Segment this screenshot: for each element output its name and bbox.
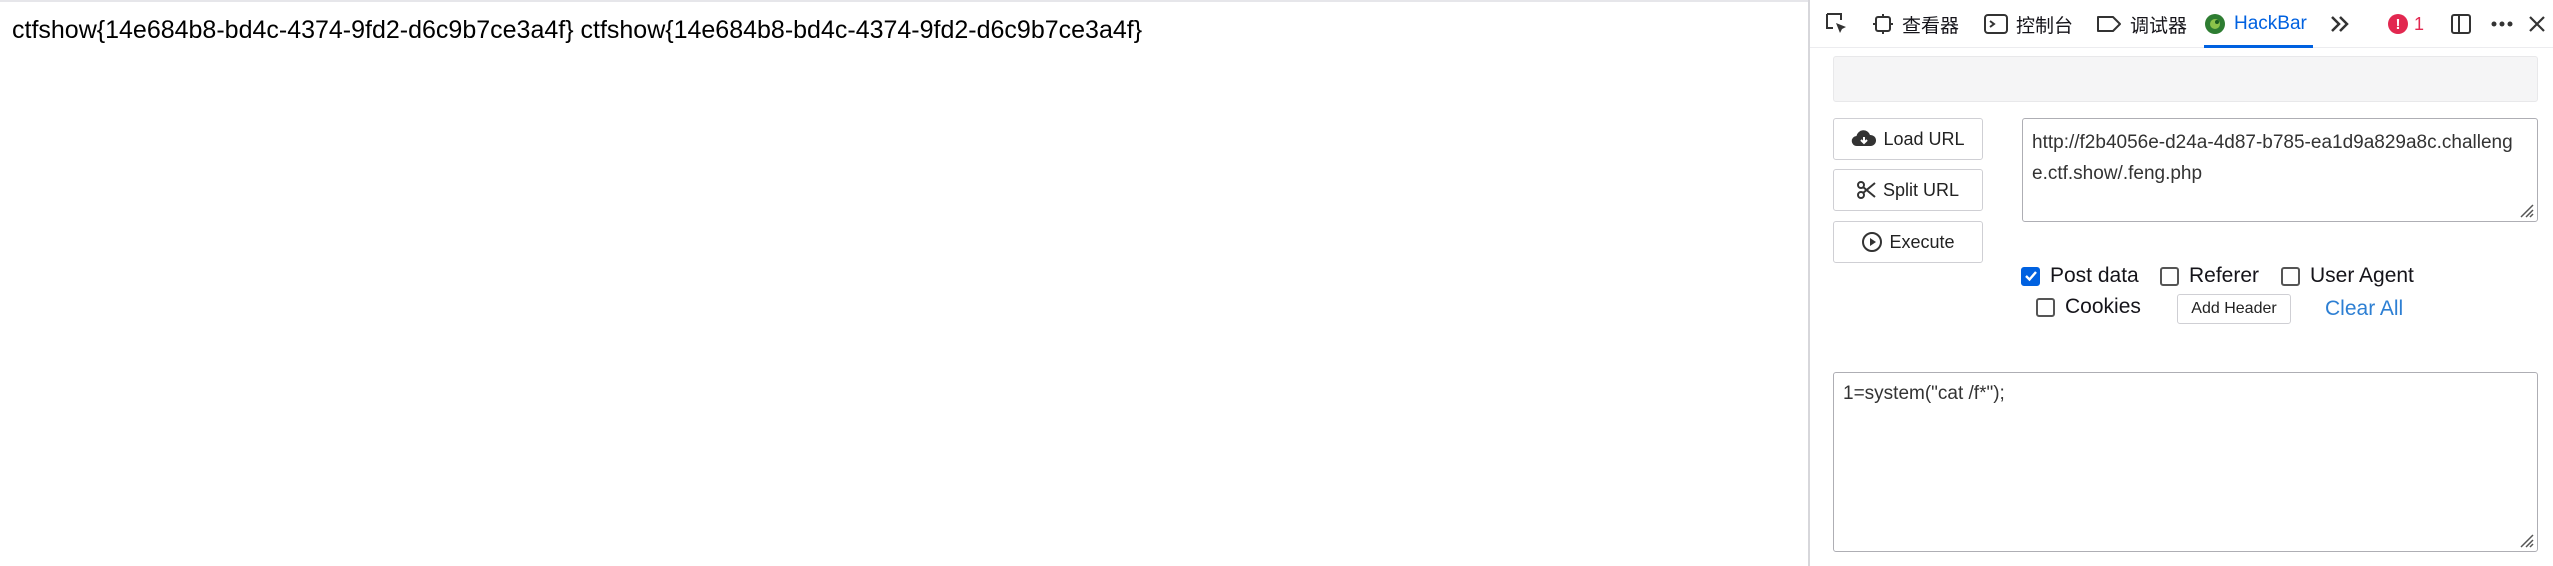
error-count-badge[interactable]: ! 1 <box>2388 0 2424 48</box>
tab-console[interactable]: 控制台 <box>1984 0 2073 48</box>
load-url-label: Load URL <box>1883 128 1965 149</box>
tab-hackbar-label: HackBar <box>2234 13 2307 34</box>
hackbar-icon <box>2204 13 2226 35</box>
close-devtools-button[interactable] <box>2528 0 2546 48</box>
element-picker-icon <box>1824 11 1850 37</box>
close-icon <box>2528 15 2546 33</box>
options-menu-button[interactable] <box>2490 0 2514 48</box>
load-url-button[interactable]: Load URL <box>1833 118 1983 160</box>
resize-grip-icon[interactable] <box>2518 532 2534 548</box>
active-tab-indicator <box>2204 45 2313 48</box>
post-data-option[interactable]: Post data <box>2021 264 2139 288</box>
cloud-download-icon <box>1852 130 1877 147</box>
tab-hackbar[interactable]: HackBar <box>2204 0 2313 48</box>
post-data-checkbox[interactable] <box>2021 266 2040 286</box>
more-tabs-button[interactable] <box>2328 0 2352 48</box>
double-chevron-right-icon <box>2328 13 2352 35</box>
user-agent-checkbox[interactable] <box>2281 266 2300 286</box>
element-picker-button[interactable] <box>1824 0 1850 48</box>
execute-label: Execute <box>1889 231 1955 252</box>
referer-checkbox[interactable] <box>2160 266 2179 286</box>
cookies-checkbox[interactable] <box>2036 297 2055 317</box>
add-header-button[interactable]: Add Header <box>2177 294 2291 324</box>
post-body-textarea[interactable]: 1=system("cat /f*"); <box>1833 372 2538 552</box>
cookies-label: Cookies <box>2065 295 2141 318</box>
error-icon: ! <box>2388 14 2408 34</box>
devtools-toolbar: 查看器 控制台 调试器 HackBar ! 1 <box>1810 0 2553 48</box>
post-body-value: 1=system("cat /f*"); <box>1843 383 2005 404</box>
hackbar-menu-bar <box>1833 56 2538 102</box>
page-viewport: ctfshow{14e684b8-bd4c-4374-9fd2-d6c9b7ce… <box>0 2 1808 566</box>
tab-debugger-label: 调试器 <box>2130 15 2188 37</box>
inspector-icon <box>1872 13 1894 35</box>
checkmark-icon <box>2024 271 2037 282</box>
dock-side-icon <box>2450 13 2472 35</box>
debugger-icon <box>2096 14 2122 34</box>
split-url-label: Split URL <box>1882 179 1960 200</box>
resize-grip-icon[interactable] <box>2518 202 2534 218</box>
url-value: http://f2b4056e-d24a-4d87-b785-ea1d9a829… <box>2032 132 2513 184</box>
tab-inspector[interactable]: 查看器 <box>1872 0 1959 48</box>
clear-all-link[interactable]: Clear All <box>2325 294 2403 324</box>
execute-button[interactable]: Execute <box>1833 221 1983 263</box>
user-agent-label: User Agent <box>2310 264 2414 287</box>
tab-console-label: 控制台 <box>2016 15 2074 37</box>
tab-debugger[interactable]: 调试器 <box>2096 0 2187 48</box>
split-url-button[interactable]: Split URL <box>1833 169 1983 211</box>
referer-label: Referer <box>2189 264 2260 287</box>
scissors-icon <box>1856 181 1876 199</box>
more-dots-icon <box>2490 20 2514 28</box>
post-data-label: Post data <box>2050 264 2139 287</box>
page-content-text: ctfshow{14e684b8-bd4c-4374-9fd2-d6c9b7ce… <box>12 16 1143 44</box>
cookies-option[interactable]: Cookies <box>2036 295 2141 319</box>
dock-toggle-button[interactable] <box>2450 0 2472 48</box>
url-textarea[interactable]: http://f2b4056e-d24a-4d87-b785-ea1d9a829… <box>2022 118 2538 222</box>
tab-inspector-label: 查看器 <box>1902 15 1960 37</box>
user-agent-option[interactable]: User Agent <box>2281 264 2414 288</box>
play-circle-icon <box>1862 232 1883 252</box>
console-icon <box>1984 13 2008 35</box>
error-count: 1 <box>2414 13 2425 34</box>
referer-option[interactable]: Referer <box>2160 264 2259 288</box>
